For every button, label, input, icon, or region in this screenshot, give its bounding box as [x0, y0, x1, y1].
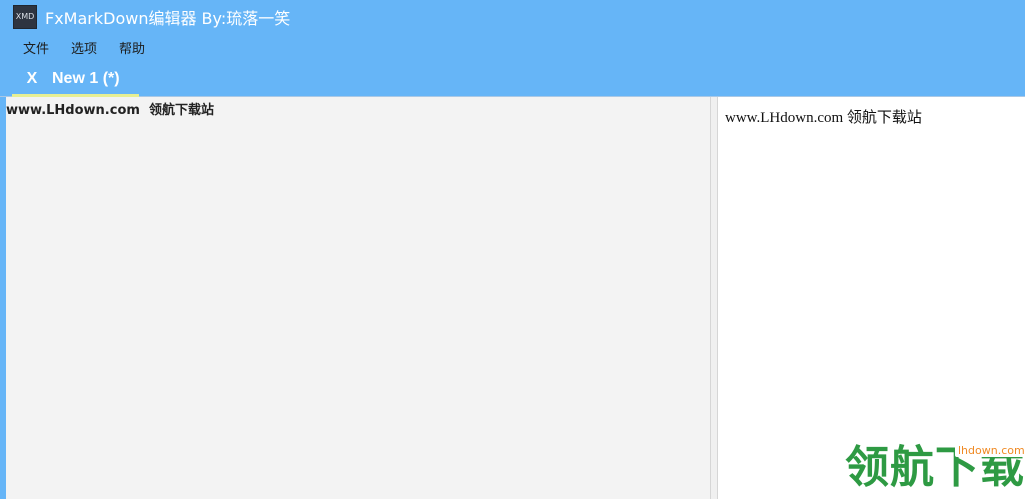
title-bar[interactable]: XMD FxMarkDown编辑器 By:琉落一笑	[0, 0, 1025, 33]
app-window: XMD FxMarkDown编辑器 By:琉落一笑 文件 选项 帮助 X New…	[0, 0, 1025, 499]
menu-options[interactable]: 选项	[60, 34, 108, 61]
watermark-site-badge: lhdown.com	[955, 444, 1025, 457]
editor-content[interactable]: www.LHdown.com 领航下载站	[6, 99, 214, 118]
app-logo-icon: XMD	[13, 4, 37, 29]
tab-label: New 1 (*)	[52, 70, 120, 87]
tab-close-button[interactable]: X	[12, 70, 52, 88]
preview-content: www.LHdown.com 领航下载站	[725, 110, 922, 126]
menu-file[interactable]: 文件	[12, 34, 60, 61]
tab-bar: X New 1 (*)	[0, 62, 1025, 97]
window-title: FxMarkDown编辑器 By:琉落一笑	[45, 8, 291, 28]
menu-bar: 文件 选项 帮助	[0, 33, 1025, 62]
preview-pane: www.LHdown.com 领航下载站	[718, 97, 1025, 499]
menu-help[interactable]: 帮助	[108, 34, 156, 61]
site-watermark-logo: 领航下载 lhdown.com	[845, 440, 1025, 499]
tab-new-1[interactable]: X New 1 (*)	[12, 64, 139, 97]
pane-splitter[interactable]	[710, 97, 718, 499]
markdown-editor[interactable]: www.LHdown.com 领航下载站	[0, 97, 710, 499]
